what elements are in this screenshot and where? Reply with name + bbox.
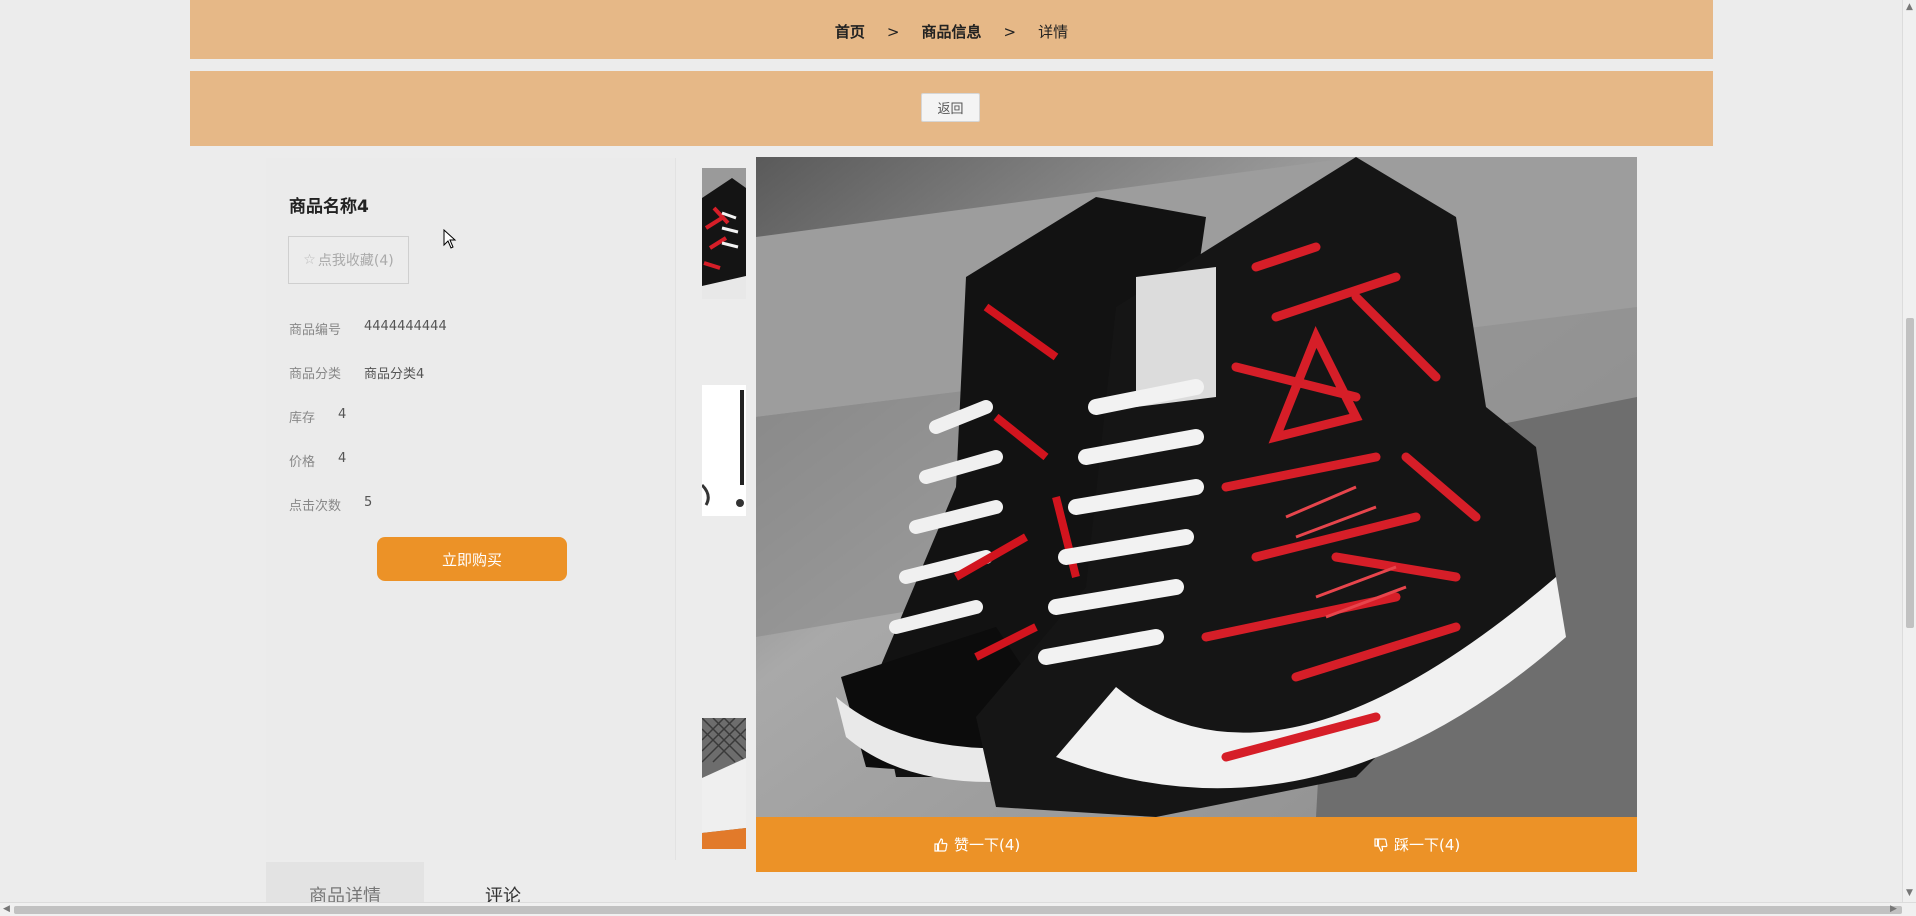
favorite-button[interactable]: ☆ 点我收藏(4) [288,236,409,284]
vertical-scrollbar[interactable]: ▲ ▼ [1902,0,1916,902]
mouse-cursor-icon [443,229,457,249]
info-key: 价格 [289,455,316,470]
like-button[interactable]: 赞一下(4) [934,834,1020,855]
scroll-down-icon[interactable]: ▼ [1906,888,1913,898]
thumbnail-1[interactable] [702,168,746,299]
breadcrumb-category[interactable]: 商品信息 [921,21,981,42]
info-value: 5 [364,495,373,510]
product-info-panel: 商品名称4 ☆ 点我收藏(4) 商品编号 4444444444 商品分类 商品分… [266,158,676,860]
vertical-scroll-thumb[interactable] [1906,318,1914,628]
scroll-up-icon[interactable]: ▲ [1906,2,1913,12]
breadcrumb-bar: 首页 > 商品信息 > 详情 [190,0,1713,59]
info-key: 商品分类 [289,367,342,382]
vote-bar: 赞一下(4) 踩一下(4) [756,817,1637,872]
info-value: 4 [338,451,347,466]
info-value: 商品分类4 [364,367,425,382]
buy-now-button[interactable]: 立即购买 [377,537,567,581]
info-key: 点击次数 [289,499,342,514]
thumbnail-3[interactable] [702,718,746,849]
breadcrumb-current: 详情 [1038,23,1069,41]
thumbs-down-icon [1374,837,1388,852]
breadcrumb-separator: > [1003,22,1017,41]
detail-tabs: 商品详情 评论 [266,862,582,907]
dislike-button[interactable]: 踩一下(4) [1374,834,1460,855]
scroll-left-icon[interactable]: ◀ [3,904,10,914]
horizontal-scroll-thumb[interactable] [14,906,1902,914]
star-outline-icon: ☆ [303,252,316,268]
thumbnail-strip [688,158,758,860]
tab-product-detail[interactable]: 商品详情 [266,862,424,907]
breadcrumb: 首页 > 商品信息 > 详情 [190,21,1713,42]
like-label: 赞一下(4) [954,836,1021,854]
info-key: 库存 [289,411,316,426]
thumbnail-2[interactable] [702,385,746,516]
info-row-price: 价格 4 [289,451,346,470]
scroll-right-icon[interactable]: ▶ [1890,904,1897,914]
back-button[interactable]: 返回 [921,93,980,122]
info-value: 4444444444 [364,319,447,334]
info-row-stock: 库存 4 [289,407,346,426]
breadcrumb-separator: > [886,22,900,41]
tab-comments[interactable]: 评论 [424,862,582,907]
info-key: 商品编号 [289,323,342,338]
breadcrumb-home[interactable]: 首页 [835,21,865,42]
favorite-label: 点我收藏(4) [317,253,394,269]
product-title: 商品名称4 [289,197,369,217]
info-row-category: 商品分类 商品分类4 [289,363,424,382]
info-value: 4 [338,407,347,422]
thumbs-up-icon [934,837,948,852]
action-bar: 返回 [190,71,1713,146]
dislike-label: 踩一下(4) [1394,836,1461,854]
product-main-image [756,157,1637,817]
horizontal-scrollbar[interactable]: ◀ ▶ [0,902,1916,916]
info-row-clicks: 点击次数 5 [289,495,372,514]
info-row-code: 商品编号 4444444444 [289,319,447,338]
